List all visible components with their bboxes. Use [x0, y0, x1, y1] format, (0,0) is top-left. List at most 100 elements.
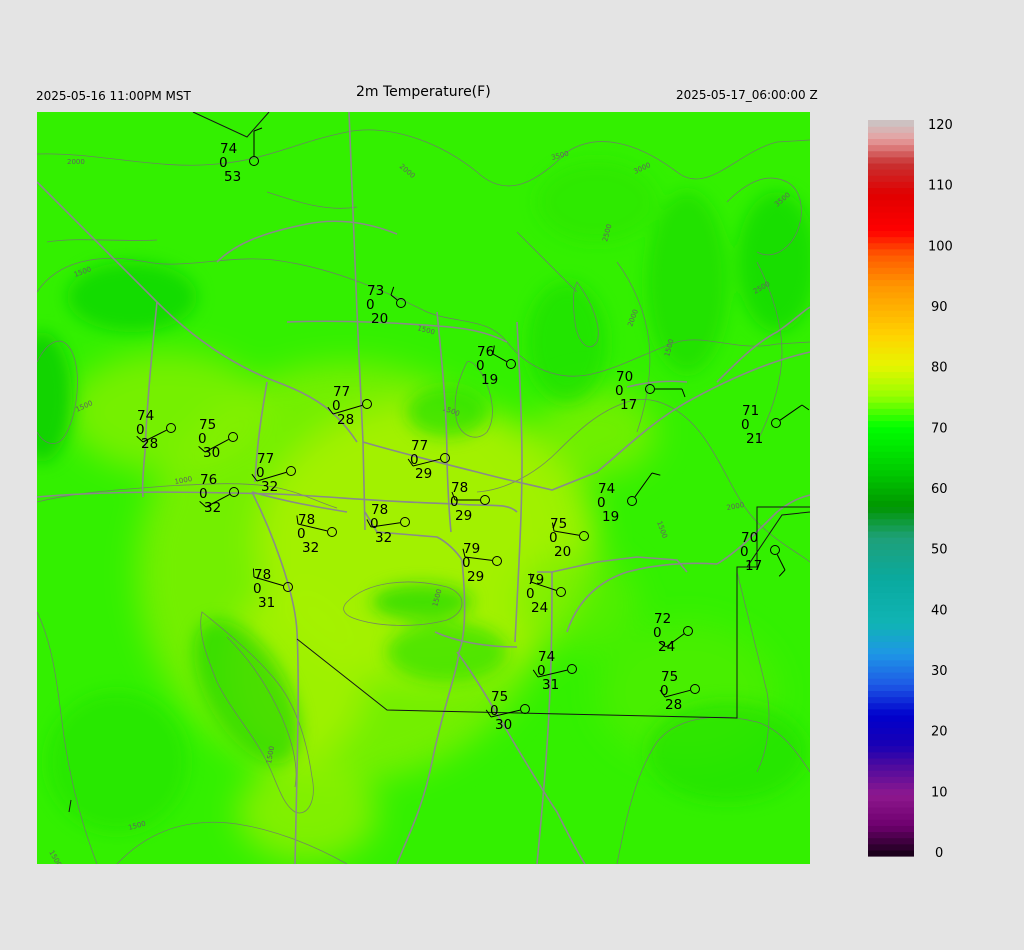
colorbar-band — [868, 150, 914, 158]
colorbar-label: 120 — [928, 118, 953, 133]
colorbar-label: 60 — [931, 482, 948, 497]
colorbar-band — [868, 279, 914, 287]
station-dewpoint: 32 — [204, 500, 221, 516]
colorbar-band — [868, 794, 914, 802]
colorbar-band — [868, 629, 914, 636]
colorbar-band — [868, 205, 914, 213]
colorbar-band — [868, 261, 914, 268]
colorbar-label: 90 — [931, 300, 948, 315]
colorbar-band — [868, 745, 914, 753]
colorbar-band — [868, 751, 914, 759]
colorbar-band — [868, 248, 914, 256]
colorbar-label: 0 — [935, 846, 943, 861]
colorbar-band — [868, 316, 914, 323]
station-dewpoint: 53 — [224, 169, 241, 185]
colorbar-bands — [868, 120, 914, 857]
colorbar-band — [868, 678, 914, 685]
colorbar-band — [868, 770, 914, 777]
colorbar-band — [868, 156, 914, 164]
station-dewpoint: 32 — [261, 479, 278, 495]
colorbar-label: 40 — [931, 603, 948, 618]
station-dewpoint: 31 — [542, 677, 559, 693]
colorbar-band — [868, 242, 914, 250]
colorbar-band — [868, 592, 914, 599]
colorbar-band — [868, 616, 914, 624]
colorbar-label: 100 — [928, 239, 953, 254]
colorbar-band — [868, 267, 914, 274]
station-dewpoint: 29 — [467, 569, 484, 585]
colorbar-label: 20 — [931, 725, 948, 740]
colorbar-band — [868, 297, 914, 305]
colorbar-band — [868, 359, 914, 366]
colorbar-label: 80 — [931, 361, 948, 376]
temperature-colorbar: 1201101009080706050403020100 — [868, 118, 953, 861]
temperature-map: 2000 1500 1000 1500 2000 3500 3000 2500 … — [37, 112, 810, 864]
colorbar-band — [868, 825, 914, 833]
colorbar-band — [868, 175, 914, 182]
colorbar-band — [868, 414, 914, 422]
colorbar-band — [868, 420, 914, 428]
colorbar-band — [868, 181, 914, 189]
colorbar-band — [868, 721, 914, 728]
colorbar-band — [868, 518, 914, 526]
station-dewpoint: 32 — [375, 530, 392, 546]
colorbar-label: 110 — [928, 179, 953, 194]
station-dewpoint: 32 — [302, 540, 319, 556]
colorbar-band — [868, 690, 914, 698]
colorbar-band — [868, 837, 914, 845]
colorbar-band — [868, 328, 914, 336]
colorbar-band — [868, 310, 914, 317]
colorbar-band — [868, 346, 914, 354]
colorbar-band — [868, 365, 914, 373]
colorbar-band — [868, 696, 914, 704]
colorbar-band — [868, 567, 914, 575]
colorbar-band — [868, 635, 914, 642]
temperature-field — [37, 112, 810, 864]
colorbar-band — [868, 285, 914, 293]
colorbar-band — [868, 187, 914, 195]
colorbar-band — [868, 212, 914, 219]
colorbar-band — [868, 733, 914, 741]
colorbar-band — [868, 506, 914, 514]
colorbar-band — [868, 451, 914, 458]
station-dewpoint: 19 — [481, 372, 498, 388]
colorbar-band — [868, 788, 914, 796]
station-dewpoint: 24 — [531, 600, 548, 616]
colorbar-band — [868, 665, 914, 673]
colorbar-band — [868, 714, 914, 722]
colorbar-label: 70 — [931, 421, 948, 436]
colorbar-labels: 1201101009080706050403020100 — [928, 118, 953, 861]
colorbar-band — [868, 254, 914, 262]
colorbar-band — [868, 402, 914, 409]
colorbar-band — [868, 843, 914, 851]
colorbar-band — [868, 727, 914, 734]
colorbar-band — [868, 445, 914, 452]
colorbar-band — [868, 500, 914, 507]
station-dewpoint: 24 — [658, 639, 675, 655]
colorbar-band — [868, 610, 914, 618]
colorbar-band — [868, 622, 914, 630]
colorbar-label: 10 — [931, 785, 948, 800]
valid-time-local: 2025-05-16 11:00PM MST — [36, 89, 191, 103]
colorbar-band — [868, 408, 914, 415]
colorbar-band — [868, 138, 914, 146]
colorbar-band — [868, 494, 914, 501]
colorbar-band — [868, 120, 914, 127]
colorbar-band — [868, 549, 914, 557]
colorbar-band — [868, 555, 914, 563]
contour-label: 2000 — [67, 158, 85, 166]
colorbar-band — [868, 218, 914, 225]
colorbar-band — [868, 162, 914, 170]
colorbar-band — [868, 849, 914, 857]
colorbar-band — [868, 371, 914, 379]
colorbar-band — [868, 537, 914, 544]
colorbar-band — [868, 543, 914, 550]
colorbar-band — [868, 530, 914, 538]
colorbar-band — [868, 561, 914, 569]
colorbar-band — [868, 322, 914, 330]
colorbar-band — [868, 813, 914, 820]
colorbar-band — [868, 488, 914, 495]
station-dewpoint: 20 — [554, 544, 571, 560]
colorbar-band — [868, 377, 914, 385]
colorbar-band — [868, 334, 914, 342]
